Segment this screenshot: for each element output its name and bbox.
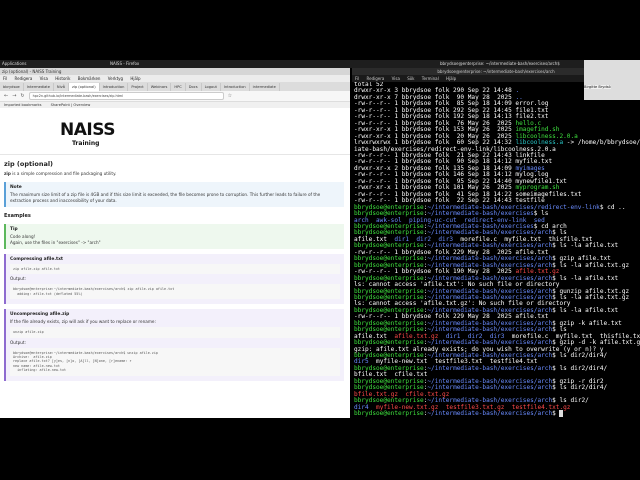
menu-tools[interactable]: Verktyg bbox=[108, 76, 123, 81]
terminal-menu-help[interactable]: Hjälp bbox=[446, 76, 456, 81]
tip-title: Tip bbox=[10, 227, 18, 232]
example-compress: Compressing afile.txt zip afile.zip afil… bbox=[4, 254, 344, 305]
menu-history[interactable]: Historik bbox=[55, 76, 70, 81]
browser-window: zip (optional) - NAISS Training Fil Redi… bbox=[0, 68, 350, 418]
terminal-menu-file[interactable]: Fil bbox=[355, 76, 359, 81]
page-title: zip (optional) bbox=[4, 160, 54, 168]
example-uncompress: Uncompressing afile.zip If the file alre… bbox=[4, 309, 344, 381]
terminal-output[interactable]: total 52 drwxr-xr-x 3 bbrydsoe folk 290 … bbox=[354, 82, 640, 418]
desktop: Applications NAISS - Firefox bbrydsoe@en… bbox=[0, 0, 640, 480]
tab[interactable]: Docs bbox=[186, 82, 202, 91]
intro-paragraph: zip is a simple compression and file pac… bbox=[4, 171, 344, 177]
terminal-menu-edit[interactable]: Redigera bbox=[367, 76, 385, 81]
back-arrow-icon[interactable]: ← bbox=[4, 93, 8, 99]
browser-navigation-bar: ← → ↻ hpc2n.github.io/intermediate-bash/… bbox=[0, 91, 350, 102]
note-title: Note bbox=[10, 185, 22, 190]
output-block[interactable]: bbrydsoe@enterprise:~/intermediate-bash/… bbox=[10, 347, 340, 376]
header-divider bbox=[0, 154, 350, 155]
forward-arrow-icon[interactable]: → bbox=[12, 93, 16, 99]
bookmark-sharepoint[interactable]: SharePoint | Overview bbox=[51, 103, 91, 107]
tab[interactable]: Introduction bbox=[221, 82, 250, 91]
menu-file[interactable]: Fil bbox=[3, 76, 7, 81]
logo-text: NAISS bbox=[60, 120, 115, 140]
tip-admonition: Tip Code along! Again, use the files in … bbox=[4, 224, 344, 249]
webcam-thumbnail bbox=[584, 60, 640, 100]
browser-window-label: NAISS - Firefox bbox=[110, 61, 140, 66]
terminal-menu-view[interactable]: Visa bbox=[392, 76, 400, 81]
menu-bookmarks[interactable]: Bokmärken bbox=[78, 76, 101, 81]
terminal-window-label: bbrydsoe@enterprise: ~/intermediate-bash… bbox=[440, 61, 560, 66]
logo-subtitle: Training bbox=[72, 140, 100, 147]
tab[interactable]: Introduction bbox=[100, 82, 129, 91]
web-page: NAISS Training zip (optional) zip is a s… bbox=[0, 108, 350, 418]
system-top-bar: Applications NAISS - Firefox bbrydsoe@en… bbox=[0, 60, 640, 68]
note-text: The maximum size limit of a zip file is … bbox=[10, 192, 321, 203]
terminal-menu-search[interactable]: Sök bbox=[407, 76, 414, 81]
menu-edit[interactable]: Redigera bbox=[15, 76, 33, 81]
naiss-logo[interactable]: NAISS Training bbox=[60, 120, 115, 147]
tip-text-2: Again, use the files in "exercises" -> "… bbox=[10, 240, 101, 245]
output-label: Output: bbox=[10, 276, 26, 282]
tab[interactable]: Webinars bbox=[148, 82, 172, 91]
reload-icon[interactable]: ↻ bbox=[20, 93, 24, 99]
code-block[interactable]: unzip afile.zip bbox=[10, 327, 340, 338]
menu-view[interactable]: Visa bbox=[40, 76, 48, 81]
tab[interactable]: Nivå bbox=[54, 82, 69, 91]
example-uncompress-title: Uncompressing afile.zip bbox=[10, 312, 70, 318]
note-admonition: Note The maximum size limit of a zip fil… bbox=[4, 182, 344, 207]
terminal-menu-terminal[interactable]: Terminal bbox=[422, 76, 439, 81]
terminal-window[interactable]: bbrydsoe@enterprise: ~/intermediate-bash… bbox=[352, 68, 640, 418]
url-input[interactable]: hpc2n.github.io/intermediate-bash/exerci… bbox=[28, 92, 224, 100]
tab[interactable]: Project bbox=[128, 82, 148, 91]
document-content: zip (optional) zip is a simple compressi… bbox=[4, 158, 344, 386]
webcam-name-label: Birgitte Brydsö bbox=[584, 85, 611, 89]
applications-menu[interactable]: Applications bbox=[2, 61, 26, 66]
examples-heading: Examples bbox=[4, 213, 31, 219]
code-block[interactable]: zip afile.zip afile.txt bbox=[10, 264, 340, 275]
menu-help[interactable]: Hjälp bbox=[130, 76, 140, 81]
example-compress-title: Compressing afile.txt bbox=[10, 257, 64, 262]
tab[interactable]: bbrydsoe bbox=[0, 82, 24, 91]
tab-active[interactable]: zip (optional) bbox=[68, 82, 100, 91]
tab[interactable]: intermediate bbox=[250, 82, 280, 91]
example-uncompress-text: If the file already exists, zip will ask… bbox=[10, 319, 156, 325]
browser-tab-strip: bbrydsoe Intermediate Nivå zip (optional… bbox=[0, 82, 350, 91]
tab[interactable]: HPC bbox=[171, 82, 186, 91]
intro-bold: zip bbox=[4, 171, 11, 176]
tab[interactable]: Intermediate bbox=[24, 82, 54, 91]
tab[interactable]: Logout bbox=[202, 82, 221, 91]
bookmark-imported[interactable]: Imported bookmarks bbox=[4, 103, 41, 107]
bookmark-star-icon[interactable]: ☆ bbox=[228, 93, 232, 99]
browser-menu-bar: Fil Redigera Visa Historik Bokmärken Ver… bbox=[0, 75, 350, 82]
browser-title-bar: zip (optional) - NAISS Training bbox=[0, 68, 350, 75]
intro-text: is a simple compression and file packagi… bbox=[10, 171, 117, 176]
output-block[interactable]: bbrydsoe@enterprise:~/intermediate-bash/… bbox=[10, 284, 340, 300]
output-label: Output: bbox=[10, 339, 26, 345]
